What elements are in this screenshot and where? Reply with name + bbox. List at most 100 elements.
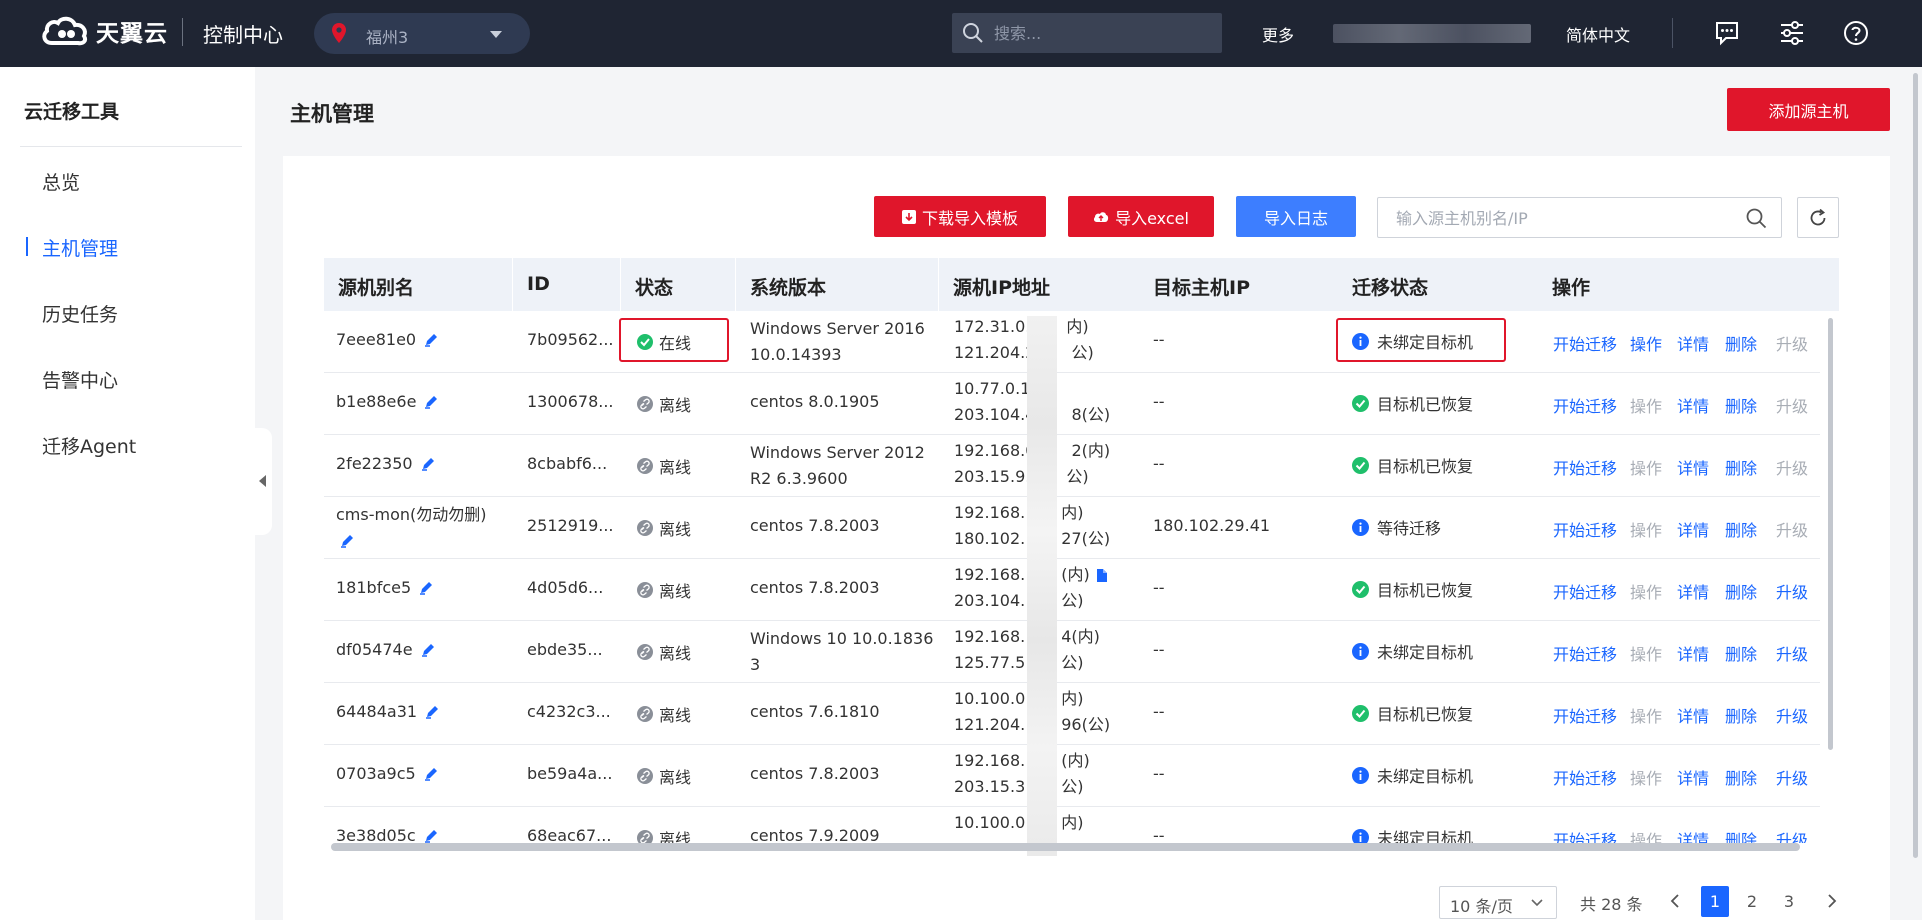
delete-link[interactable]: 删除 xyxy=(1725,517,1757,541)
upgrade-link[interactable]: 升级 xyxy=(1776,765,1808,789)
upgrade-link[interactable]: 升级 xyxy=(1776,455,1808,479)
import-log-button[interactable]: 导入日志 xyxy=(1236,196,1356,237)
import-excel-button[interactable]: 导入excel xyxy=(1068,196,1214,237)
download-template-button[interactable]: 下载导入模板 xyxy=(874,196,1046,237)
delete-link[interactable]: 删除 xyxy=(1725,827,1757,843)
operate-link[interactable]: 操作 xyxy=(1630,579,1662,603)
start-migration-link[interactable]: 开始迁移 xyxy=(1553,703,1617,727)
chevron-right-icon[interactable] xyxy=(1824,893,1840,909)
column-header-os-version[interactable]: 系统版本 xyxy=(750,273,826,300)
account-name-redacted[interactable] xyxy=(1333,24,1531,43)
column-header-source-ip[interactable]: 源机IP地址 xyxy=(953,273,1050,300)
refresh-button[interactable] xyxy=(1797,197,1839,238)
language-selector[interactable]: 简体中文 xyxy=(1566,22,1630,46)
start-migration-link[interactable]: 开始迁移 xyxy=(1553,517,1617,541)
operate-link[interactable]: 操作 xyxy=(1630,331,1662,355)
detail-link[interactable]: 详情 xyxy=(1677,393,1709,417)
upgrade-link[interactable]: 升级 xyxy=(1776,703,1808,727)
upgrade-link[interactable]: 升级 xyxy=(1776,579,1808,603)
upgrade-link[interactable]: 升级 xyxy=(1776,641,1808,665)
start-migration-link[interactable]: 开始迁移 xyxy=(1553,641,1617,665)
operate-link[interactable]: 操作 xyxy=(1630,393,1662,417)
upgrade-link[interactable]: 升级 xyxy=(1776,393,1808,417)
brand-logo[interactable]: 天翼云 xyxy=(40,14,168,48)
delete-link[interactable]: 删除 xyxy=(1725,393,1757,417)
delete-link[interactable]: 删除 xyxy=(1725,331,1757,355)
detail-link[interactable]: 详情 xyxy=(1677,579,1709,603)
table-horizontal-scrollbar[interactable] xyxy=(331,843,1800,851)
more-menu[interactable]: 更多 xyxy=(1262,22,1294,46)
page-button-3[interactable]: 3 xyxy=(1775,886,1803,917)
host-status-label: 离线 xyxy=(659,458,692,477)
detail-link[interactable]: 详情 xyxy=(1677,455,1709,479)
migration-status: 等待迁移 xyxy=(1352,515,1441,539)
edit-icon[interactable] xyxy=(425,704,440,719)
page-button-2[interactable]: 2 xyxy=(1738,886,1766,917)
delete-link[interactable]: 删除 xyxy=(1725,703,1757,727)
host-search-input[interactable] xyxy=(1396,207,1736,229)
column-header-id[interactable]: ID xyxy=(527,273,550,295)
operate-link[interactable]: 操作 xyxy=(1630,517,1662,541)
region-selector[interactable]: 福州3 xyxy=(314,13,530,54)
column-header-migration-status[interactable]: 迁移状态 xyxy=(1352,273,1428,300)
edit-icon[interactable] xyxy=(421,456,436,471)
detail-link[interactable]: 详情 xyxy=(1677,641,1709,665)
operate-link[interactable]: 操作 xyxy=(1630,765,1662,789)
upgrade-link[interactable]: 升级 xyxy=(1776,827,1808,843)
operate-link[interactable]: 操作 xyxy=(1630,455,1662,479)
sidebar-collapse-button[interactable] xyxy=(250,428,272,535)
operate-link[interactable]: 操作 xyxy=(1630,641,1662,665)
edit-icon[interactable] xyxy=(424,332,439,347)
edit-icon[interactable] xyxy=(421,642,436,657)
settings-sliders-icon[interactable] xyxy=(1779,20,1805,46)
operate-link[interactable]: 操作 xyxy=(1630,703,1662,727)
console-title[interactable]: 控制中心 xyxy=(203,19,283,48)
search-icon[interactable] xyxy=(1746,208,1767,229)
delete-link[interactable]: 删除 xyxy=(1725,765,1757,789)
search-input[interactable] xyxy=(994,21,1204,45)
start-migration-link[interactable]: 开始迁移 xyxy=(1553,765,1617,789)
sidebar-item-host-management[interactable]: 主机管理 xyxy=(42,234,118,261)
message-icon[interactable] xyxy=(1714,20,1740,46)
edit-icon[interactable] xyxy=(340,533,355,548)
operate-link[interactable]: 操作 xyxy=(1630,827,1662,843)
column-header-status[interactable]: 状态 xyxy=(635,273,673,300)
chevron-left-icon[interactable] xyxy=(1667,893,1683,909)
delete-link[interactable]: 删除 xyxy=(1725,455,1757,479)
chevron-down-icon xyxy=(1531,899,1543,907)
start-migration-link[interactable]: 开始迁移 xyxy=(1553,827,1617,843)
delete-link[interactable]: 删除 xyxy=(1725,641,1757,665)
start-migration-link[interactable]: 开始迁移 xyxy=(1553,455,1617,479)
start-migration-link[interactable]: 开始迁移 xyxy=(1553,393,1617,417)
source-ip-line: 192.168. xyxy=(954,627,1026,646)
edit-icon[interactable] xyxy=(424,766,439,781)
source-ip-line: 10.100.0 xyxy=(954,689,1026,708)
upgrade-link[interactable]: 升级 xyxy=(1776,331,1808,355)
sidebar-item-overview[interactable]: 总览 xyxy=(42,168,80,195)
help-icon[interactable] xyxy=(1843,20,1869,46)
edit-icon[interactable] xyxy=(419,580,434,595)
delete-link[interactable]: 删除 xyxy=(1725,579,1757,603)
detail-link[interactable]: 详情 xyxy=(1677,331,1709,355)
sidebar-item-alert-center[interactable]: 告警中心 xyxy=(42,366,118,393)
detail-link[interactable]: 详情 xyxy=(1677,517,1709,541)
sidebar-item-history-tasks[interactable]: 历史任务 xyxy=(42,300,118,327)
column-header-target-ip[interactable]: 目标主机IP xyxy=(1153,273,1250,300)
page-scrollbar[interactable] xyxy=(1913,73,1918,858)
detail-link[interactable]: 详情 xyxy=(1677,703,1709,727)
start-migration-link[interactable]: 开始迁移 xyxy=(1553,579,1617,603)
page-size-select[interactable]: 10 条/页 xyxy=(1439,886,1557,919)
column-header-alias[interactable]: 源机别名 xyxy=(338,273,414,300)
add-source-host-button[interactable]: 添加源主机 xyxy=(1727,88,1890,131)
upgrade-link[interactable]: 升级 xyxy=(1776,517,1808,541)
detail-link[interactable]: 详情 xyxy=(1677,827,1709,843)
sidebar-item-migration-agent[interactable]: 迁移Agent xyxy=(42,432,136,459)
page-button-1[interactable]: 1 xyxy=(1701,886,1729,917)
table-vertical-scrollbar[interactable] xyxy=(1828,318,1833,750)
edit-icon[interactable] xyxy=(424,394,439,409)
edit-icon[interactable] xyxy=(424,828,439,843)
start-migration-link[interactable]: 开始迁移 xyxy=(1553,331,1617,355)
copy-icon[interactable] xyxy=(1095,568,1108,583)
host-alias-cell: 0703a9c5 xyxy=(336,764,439,783)
detail-link[interactable]: 详情 xyxy=(1677,765,1709,789)
